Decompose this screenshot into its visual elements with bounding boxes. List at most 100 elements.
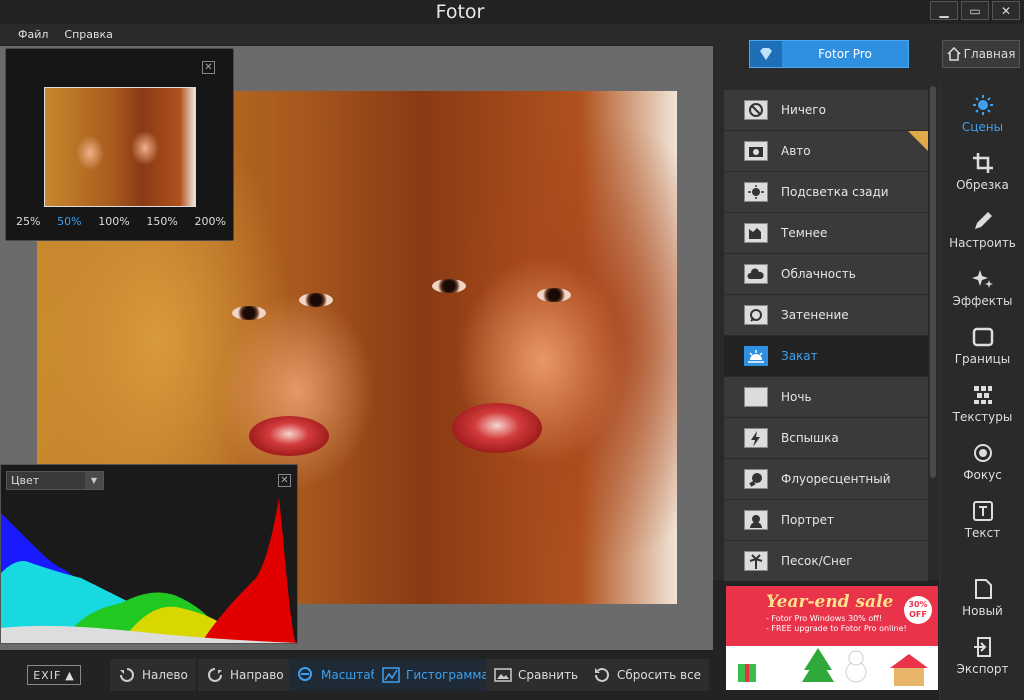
crop-icon [972,153,993,173]
nav-text[interactable]: Текст [940,492,1024,548]
zoom-150[interactable]: 150% [146,215,177,228]
maximize-button[interactable]: ▭ [961,1,989,20]
close-button[interactable]: ✕ [992,1,1020,20]
diamond-icon [750,41,782,67]
shade-icon [744,305,768,325]
histogram-channel-select[interactable]: Цвет ▼ [6,471,104,490]
scene-item-label: Облачность [781,267,856,281]
nav-textures-label: Текстуры [952,410,1013,424]
zoom-icon [298,667,312,681]
rotate-right-button[interactable]: Направо [198,659,292,691]
nav-textures[interactable]: Текстуры [940,376,1024,432]
chevron-down-icon: ▼ [85,472,103,489]
menu-file[interactable]: Файл [18,28,48,41]
fotor-pro-button[interactable]: Fotor Pro [749,40,909,68]
exif-label: EXIF [33,668,62,682]
nav-crop-label: Обрезка [956,178,1009,192]
nav-adjust[interactable]: Настроить [940,202,1024,258]
scene-item-label: Закат [781,349,818,363]
nav-new[interactable]: Новый [940,570,1024,626]
scene-item-label: Темнее [781,226,828,240]
nav-borders-label: Границы [954,352,1011,366]
nav-export[interactable]: Экспорт [940,628,1024,684]
scene-item-label: Ночь [781,390,812,404]
reset-label: Сбросить все [617,668,702,682]
nav-export-label: Экспорт [956,662,1009,676]
promo-badge: 30% OFF [904,596,932,624]
scene-item-2[interactable]: Подсветка сзади [724,172,928,212]
nav-focus[interactable]: Фокус [940,434,1024,490]
compare-button[interactable]: Сравнить [486,659,587,691]
scene-item-7[interactable]: Ночь [724,377,928,417]
promo-headline: Year-end sale [766,592,894,612]
histogram-graph [1,498,297,643]
reset-all-button[interactable]: Сбросить все [585,659,710,691]
histogram-close-icon[interactable]: ✕ [278,474,291,487]
nav-scenes[interactable]: Сцены [940,86,1024,142]
portrait-icon [744,510,768,530]
zoom-25[interactable]: 25% [16,215,40,228]
fotor-app-window: Fotor ▁ ▭ ✕ Файл Справка ✕ 25% 50% 100% … [0,0,1024,700]
rotate-left-icon [120,668,134,682]
focus-icon [973,444,992,462]
frame-icon [972,327,993,347]
scene-list: Ничего Авто Подсветка сзади Темнее Облачност… [724,90,928,582]
scenes-scrollbar[interactable] [930,86,936,478]
scene-item-5[interactable]: Затенение [724,295,928,335]
cloud-icon [744,264,768,284]
histogram-button[interactable]: Гистограмма [374,659,497,691]
scene-item-8[interactable]: Вспышка [724,418,928,458]
scene-item-label: Ничего [781,103,826,117]
exif-button[interactable]: EXIF ▲ [27,665,81,685]
nav-borders[interactable]: Границы [940,318,1024,374]
bulb-icon [744,469,768,489]
window-controls: ▁ ▭ ✕ [930,1,1020,20]
navigator-close-icon[interactable]: ✕ [202,61,215,74]
text-icon [972,501,993,521]
menu-help[interactable]: Справка [64,28,112,41]
nav-text-label: Текст [964,526,1001,540]
histogram-icon [382,667,400,683]
scene-item-0[interactable]: Ничего [724,90,928,130]
navigator-thumbnail[interactable] [44,87,196,207]
scene-item-label: Затенение [781,308,849,322]
nav-focus-label: Фокус [963,468,1002,482]
fotor-pro-label: Fotor Pro [818,47,872,61]
promo-banner[interactable]: Year-end sale - Fotor Pro Windows 30% of… [726,586,938,690]
home-label: Главная [963,47,1016,61]
compare-label: Сравнить [518,668,579,682]
zoom-button[interactable]: Масштаб [289,659,387,691]
flash-icon [744,428,768,448]
nav-scenes-label: Сцены [961,120,1004,134]
minimize-button[interactable]: ▁ [930,1,958,20]
backlight-icon [744,182,768,202]
home-button[interactable]: Главная [942,40,1020,68]
rotate-left-label: Налево [142,668,188,682]
image-compare-icon [494,668,512,682]
rotate-left-button[interactable]: Налево [110,659,196,691]
triangle-up-icon: ▲ [65,668,75,682]
nav-effects[interactable]: Эффекты [940,260,1024,316]
scene-item-3[interactable]: Темнее [724,213,928,253]
scene-item-label: Портрет [781,513,834,527]
promo-line-2: - FREE upgrade to Fotor Pro online! [766,624,907,633]
scene-item-6[interactable]: Закат [724,336,928,376]
sparkle-icon [971,270,993,288]
nav-effects-label: Эффекты [952,294,1013,308]
nav-new-label: Новый [962,604,1003,618]
scene-item-10[interactable]: Портрет [724,500,928,540]
christmas-illustration [726,646,938,690]
premium-star-icon [908,131,928,151]
no-icon [744,100,768,120]
scene-item-11[interactable]: Песок/Снег [724,541,928,581]
nav-crop[interactable]: Обрезка [940,144,1024,200]
scene-item-4[interactable]: Облачность [724,254,928,294]
sun-icon [972,95,993,115]
zoom-200[interactable]: 200% [195,215,226,228]
zoom-50[interactable]: 50% [57,215,81,228]
scene-item-9[interactable]: Флуоресцентный [724,459,928,499]
scene-item-1[interactable]: Авто [724,131,928,171]
zoom-100[interactable]: 100% [98,215,129,228]
camera-icon [744,141,768,161]
title-bar: Fotor ▁ ▭ ✕ [0,0,1024,24]
